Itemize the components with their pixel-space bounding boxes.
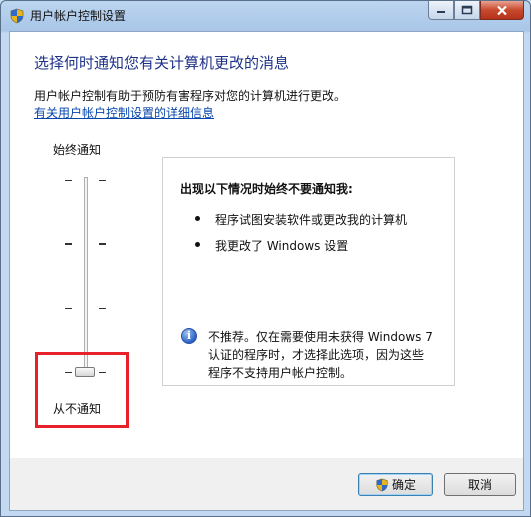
warning-note: 不推荐。仅在需要使用未获得 Windows 7 认证的程序时，才选择此选项，因为… [208, 328, 448, 382]
maximize-icon [461, 5, 473, 15]
close-button[interactable] [480, 1, 524, 20]
title-bar[interactable]: 用户帐户控制设置 [1, 1, 530, 31]
note-line: 认证的程序时，才选择此选项，因为这些 [208, 348, 425, 362]
panel-heading: 出现以下情况时始终不要通知我: [180, 182, 353, 196]
slider-tick [65, 243, 72, 245]
maximize-button[interactable] [454, 1, 480, 20]
highlight-annotation-box [35, 352, 129, 428]
slider-track[interactable] [84, 177, 88, 375]
button-bar: 确定 取消 [9, 458, 524, 511]
ok-button-label: 确定 [391, 478, 416, 492]
close-icon [497, 5, 507, 15]
ok-button[interactable]: 确定 [358, 473, 433, 496]
uac-shield-icon [10, 8, 24, 24]
slider-tick [99, 308, 106, 309]
uac-shield-icon [376, 478, 388, 491]
window-title: 用户帐户控制设置 [30, 9, 127, 23]
panel-bullet: 程序试图安装软件或更改我的计算机 [215, 213, 408, 227]
window-controls [428, 1, 524, 21]
minimize-icon [437, 11, 445, 13]
note-line: 不推荐。仅在需要使用未获得 Windows 7 [208, 330, 433, 344]
description-text: 用户帐户控制有助于预防有害程序对您的计算机进行更改。 [34, 89, 347, 103]
cancel-button[interactable]: 取消 [444, 473, 516, 496]
page-heading: 选择何时通知您有关计算机更改的消息 [34, 54, 290, 72]
content-area: 选择何时通知您有关计算机更改的消息 用户帐户控制有助于预防有害程序对您的计算机进… [9, 31, 524, 459]
slider-tick [65, 308, 72, 309]
slider-top-label: 始终通知 [53, 143, 102, 157]
note-line: 程序不支持用户帐户控制。 [208, 366, 353, 380]
minimize-button[interactable] [428, 1, 454, 20]
info-icon: i [181, 328, 197, 344]
slider-tick [65, 180, 72, 181]
uac-settings-window: 用户帐户控制设置 选择何时通知您有关计算机更改的消息 用户帐户控制有助于预防有害… [0, 0, 531, 517]
slider-tick [99, 180, 106, 181]
slider-tick [99, 243, 106, 245]
description-panel: 出现以下情况时始终不要通知我: 程序试图安装软件或更改我的计算机 我更改了 Wi… [162, 157, 455, 386]
bullet-dot [195, 216, 200, 221]
details-link[interactable]: 有关用户帐户控制设置的详细信息 [34, 104, 214, 121]
bullet-dot [195, 242, 200, 247]
panel-bullet: 我更改了 Windows 设置 [215, 239, 349, 253]
